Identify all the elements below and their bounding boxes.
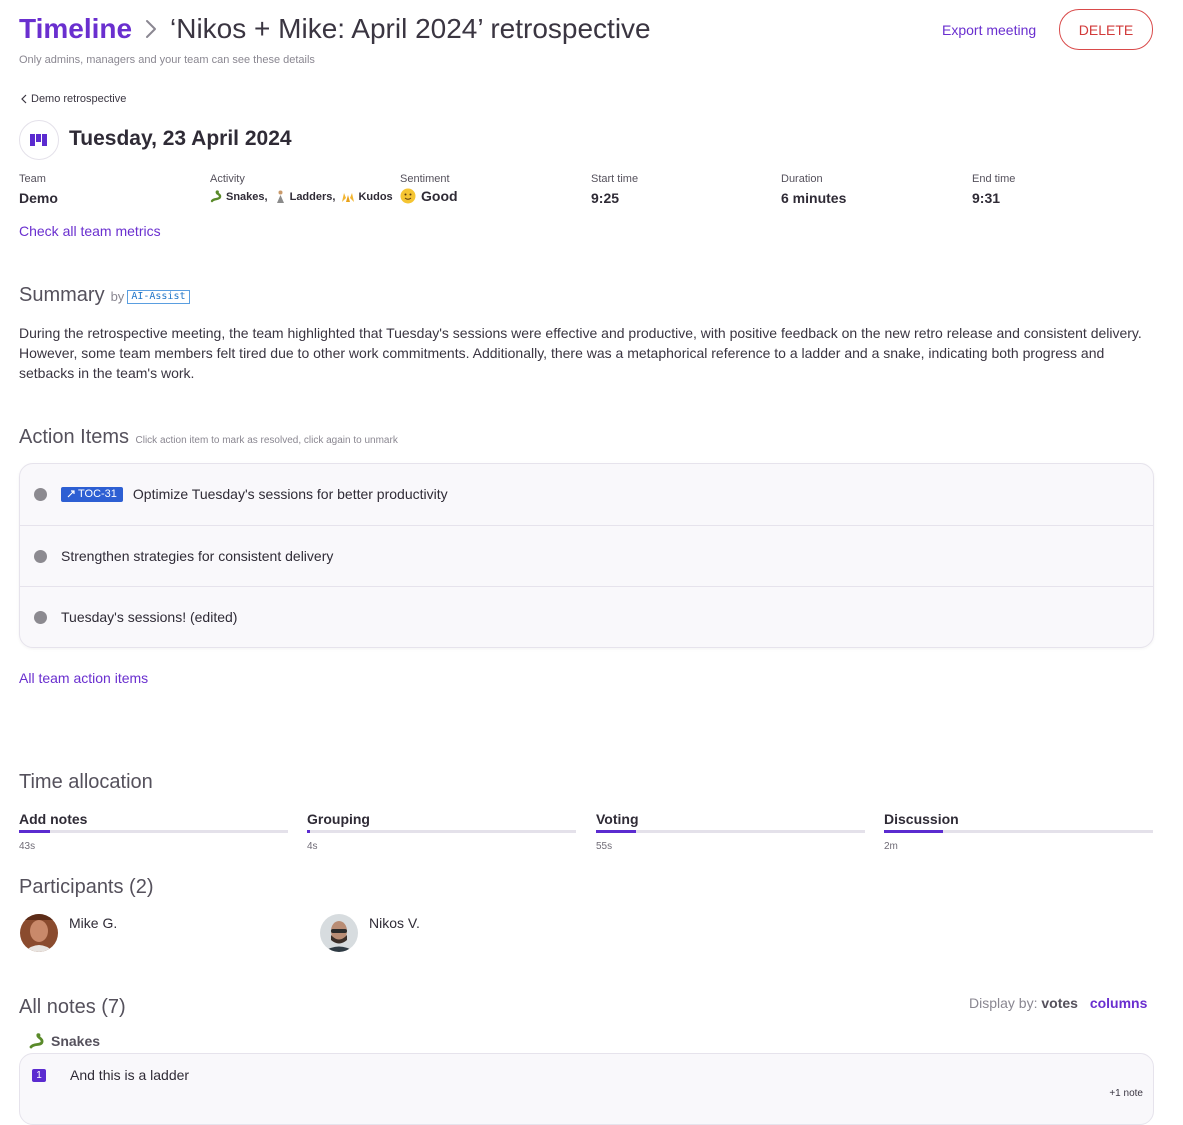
status-dot-icon <box>34 487 47 501</box>
meeting-date: Tuesday, 23 April 2024 <box>69 127 292 150</box>
action-item-text: Optimize Tuesday's sessions for better p… <box>132 486 448 502</box>
meta-team: Team Demo <box>19 173 58 206</box>
phase-duration: 55s <box>596 841 613 852</box>
summary-text: During the retrospective meeting, the te… <box>19 325 1142 381</box>
all-team-action-items-link[interactable]: All team action items <box>19 670 148 686</box>
meta-end-time: End time 9:31 <box>972 173 1015 206</box>
phase-bar <box>19 830 288 833</box>
participant-name: Nikos V. <box>369 915 420 931</box>
summary-title: Summary <box>19 284 105 306</box>
action-item[interactable]: TOC-31 Optimize Tuesday's sessions for b… <box>20 464 1153 524</box>
note-card[interactable]: 1 And this is a ladder +1 note <box>19 1053 1154 1125</box>
activity-kudos: Kudos <box>358 190 393 203</box>
participant-name: Mike G. <box>69 915 118 931</box>
action-item-text: Tuesday's sessions! (edited) <box>61 609 238 625</box>
chevron-left-icon <box>21 94 27 104</box>
time-phase-discussion: Discussion 2m <box>884 811 1153 852</box>
end-time-value: 9:31 <box>972 190 1001 206</box>
phase-bar-fill <box>884 830 943 833</box>
summary-heading: Summary by AI-Assist <box>19 284 190 307</box>
phase-duration: 4s <box>307 841 318 852</box>
action-item[interactable]: Tuesday's sessions! (edited) <box>20 586 1153 647</box>
start-time-value: 9:25 <box>591 190 620 206</box>
more-notes-link[interactable]: +1 note <box>1109 1088 1143 1099</box>
team-value: Demo <box>19 190 58 206</box>
phase-label: Grouping <box>307 811 370 827</box>
export-meeting-link[interactable]: Export meeting <box>942 22 1036 38</box>
page-title: ‘Nikos + Mike: April 2024’ retrospective <box>170 13 651 44</box>
column-heading: Snakes <box>29 1033 100 1049</box>
team-label: Team <box>19 173 46 185</box>
action-items-heading: Action Items Click action item to mark a… <box>19 426 398 449</box>
time-phase-voting: Voting 55s <box>596 811 865 852</box>
duration-value: 6 minutes <box>781 190 847 206</box>
meta-activity: Activity Snakes, Ladders, Kudos <box>210 173 393 203</box>
phase-bar <box>307 830 576 833</box>
back-to-retrospective-link[interactable]: Demo retrospective <box>20 93 126 105</box>
time-allocation-title: Time allocation <box>19 771 153 793</box>
jira-tag[interactable]: TOC-31 <box>61 486 123 502</box>
phase-bar-fill <box>596 830 636 833</box>
sentiment-value: Good <box>421 188 458 204</box>
activity-ladders: Ladders, <box>289 190 336 203</box>
meta-start-time: Start time 9:25 <box>591 173 638 206</box>
avatar <box>20 914 58 952</box>
kudos-hands-icon <box>342 193 355 202</box>
retro-logo-icon <box>19 120 59 160</box>
phase-bar-fill <box>307 830 310 833</box>
meta-duration: Duration 6 minutes <box>781 173 846 206</box>
back-link-label: Demo retrospective <box>31 93 127 105</box>
action-items-list: TOC-31 Optimize Tuesday's sessions for b… <box>19 463 1154 648</box>
chevron-right-icon <box>146 20 156 38</box>
action-items-hint: Click action item to mark as resolved, c… <box>135 435 398 446</box>
snake-icon <box>29 1033 44 1049</box>
all-notes-title: All notes (7) <box>19 996 126 1018</box>
display-by-label: Display by: <box>969 995 1038 1011</box>
display-by-votes-option[interactable]: votes <box>1041 995 1078 1011</box>
phase-label: Add notes <box>19 811 88 827</box>
summary-by: by <box>110 289 125 304</box>
time-phase-add-notes: Add notes 43s <box>19 811 288 852</box>
phase-label: Discussion <box>884 811 959 827</box>
time-phase-grouping: Grouping 4s <box>307 811 576 852</box>
action-items-title: Action Items <box>19 426 130 448</box>
status-dot-icon <box>34 610 47 624</box>
column-name: Snakes <box>51 1033 101 1049</box>
breadcrumb-timeline-link[interactable]: Timeline <box>19 13 132 45</box>
phase-label: Voting <box>596 811 639 827</box>
note-text: And this is a ladder <box>70 1067 190 1083</box>
snake-icon <box>210 190 222 203</box>
ai-assist-badge: AI-Assist <box>127 290 190 304</box>
sentiment-label: Sentiment <box>400 173 450 185</box>
avatar <box>320 914 358 952</box>
vote-count-badge: 1 <box>32 1069 46 1082</box>
phase-bar <box>596 830 865 833</box>
participants-title: Participants (2) <box>19 876 154 898</box>
meta-sentiment: Sentiment Good <box>400 173 458 204</box>
phase-bar <box>884 830 1153 833</box>
activity-label: Activity <box>210 173 245 185</box>
start-time-label: Start time <box>591 173 639 185</box>
jira-tag-label: TOC-31 <box>78 487 117 500</box>
phase-duration: 2m <box>884 841 898 852</box>
action-item[interactable]: Strengthen strategies for consistent del… <box>20 525 1153 586</box>
end-time-label: End time <box>972 173 1016 185</box>
visibility-note: Only admins, managers and your team can … <box>19 54 315 66</box>
activity-list: Snakes, Ladders, Kudos <box>210 190 393 203</box>
display-by-columns-option[interactable]: columns <box>1090 995 1148 1011</box>
jira-icon <box>67 490 75 498</box>
phase-duration: 43s <box>19 841 36 852</box>
smiley-face-icon <box>400 188 416 204</box>
check-team-metrics-link[interactable]: Check all team metrics <box>19 223 161 239</box>
phase-bar-fill <box>19 830 50 833</box>
duration-label: Duration <box>781 173 823 185</box>
action-item-text: Strengthen strategies for consistent del… <box>61 548 334 564</box>
activity-snakes: Snakes, <box>226 190 268 203</box>
display-by-toggle: Display by: votes columns <box>969 995 1147 1011</box>
delete-button[interactable]: DELETE <box>1059 9 1153 50</box>
status-dot-icon <box>34 549 47 563</box>
ladder-icon <box>276 190 284 203</box>
